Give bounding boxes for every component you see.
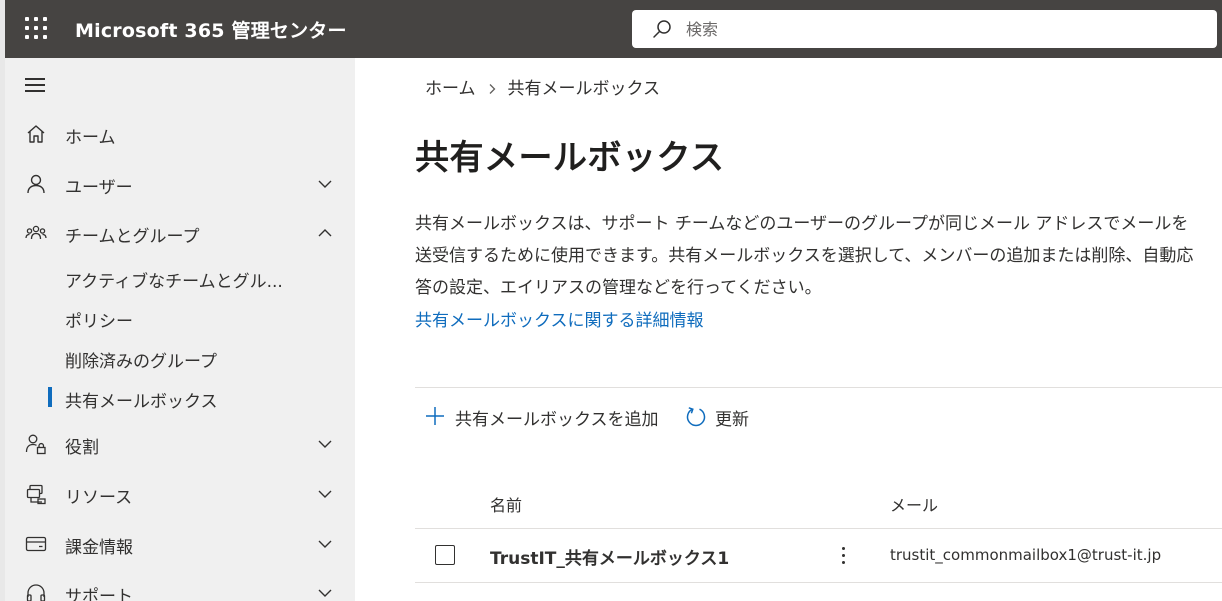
sidebar-nav: ホーム ユーザー チームとグループ アクティブなチームとグル... ポリシー 削… xyxy=(5,58,355,601)
divider xyxy=(415,387,1222,388)
refresh-icon xyxy=(686,407,706,427)
breadcrumb-current: 共有メールボックス xyxy=(507,79,661,99)
sidebar-subitem-label: ポリシー xyxy=(65,312,133,332)
sidebar-item-label: リソース xyxy=(65,488,133,508)
headset-icon xyxy=(26,584,46,601)
search-box[interactable] xyxy=(632,10,1217,48)
sidebar-subitem-label: 共有メールボックス xyxy=(65,392,218,412)
sidebar-item-support[interactable]: サポート xyxy=(5,572,355,601)
more-options-icon[interactable] xyxy=(833,543,853,569)
sidebar-item-users[interactable]: ユーザー xyxy=(5,163,355,203)
sidebar-subitem-label: アクティブなチームとグル... xyxy=(65,272,283,292)
app-title[interactable]: Microsoft 365 管理センター xyxy=(75,16,347,43)
top-bar: Microsoft 365 管理センター xyxy=(5,0,1222,58)
chevron-down-icon xyxy=(318,440,332,448)
roles-icon xyxy=(25,434,46,455)
sidebar-subitem-label: 削除済みのグループ xyxy=(65,352,217,372)
sidebar-item-label: チームとグループ xyxy=(65,227,200,247)
chevron-down-icon xyxy=(318,490,332,498)
sidebar-item-label: ホーム xyxy=(65,128,116,148)
sidebar-subitem-policies[interactable]: ポリシー xyxy=(5,299,355,335)
sidebar-item-roles[interactable]: 役割 xyxy=(5,423,355,463)
add-shared-mailbox-button[interactable]: 共有メールボックスを追加 xyxy=(425,402,670,432)
page-description: 共有メールボックスは、サポート チームなどのユーザーのグループが同じメール アド… xyxy=(415,214,1194,298)
sidebar-subitem-deleted-groups[interactable]: 削除済みのグループ xyxy=(5,339,355,375)
breadcrumb-home-link[interactable]: ホーム xyxy=(425,79,476,99)
chevron-up-icon xyxy=(318,229,332,237)
page-title: 共有メールボックス xyxy=(415,138,725,178)
sidebar-item-teams-groups[interactable]: チームとグループ xyxy=(5,212,355,252)
chevron-down-icon xyxy=(318,589,332,597)
sidebar-item-label: サポート xyxy=(65,587,133,601)
refresh-label: 更新 xyxy=(715,410,749,430)
billing-card-icon xyxy=(25,536,47,552)
sidebar-item-resources[interactable]: リソース xyxy=(5,473,355,513)
row-checkbox[interactable] xyxy=(435,545,455,565)
sidebar-item-label: 課金情報 xyxy=(65,538,133,558)
hamburger-menu-icon[interactable] xyxy=(25,76,47,94)
mailbox-email: trustit_commonmailbox1@trust-it.jp xyxy=(890,546,1162,564)
user-icon xyxy=(27,174,45,194)
sidebar-item-label: ユーザー xyxy=(65,178,133,198)
main-content: ホーム 共有メールボックス 共有メールボックス 共有メールボックスは、サポート チ… xyxy=(355,58,1222,601)
sidebar-subitem-active-teams[interactable]: アクティブなチームとグル... xyxy=(5,259,355,295)
add-icon xyxy=(426,407,444,425)
sidebar-item-label: 役割 xyxy=(65,438,99,458)
search-icon xyxy=(653,20,671,38)
app-launcher-icon[interactable] xyxy=(25,17,47,39)
mailbox-name[interactable]: TrustIT_共有メールボックス1 xyxy=(490,544,729,569)
resources-icon xyxy=(26,484,46,505)
table-row[interactable]: TrustIT_共有メールボックス1 trustit_commonmailbox… xyxy=(415,529,1222,583)
learn-more-link[interactable]: 共有メールボックスに関する詳細情報 xyxy=(415,306,704,331)
sidebar-item-home[interactable]: ホーム xyxy=(5,113,355,153)
teams-groups-icon xyxy=(25,225,47,240)
column-header-name[interactable]: 名前 xyxy=(490,492,522,516)
search-input[interactable] xyxy=(686,16,1186,42)
refresh-button[interactable]: 更新 xyxy=(685,402,755,432)
selected-indicator xyxy=(48,387,52,407)
chevron-down-icon xyxy=(318,540,332,548)
add-shared-mailbox-label: 共有メールボックスを追加 xyxy=(455,410,659,430)
home-icon xyxy=(27,125,45,143)
sidebar-item-billing[interactable]: 課金情報 xyxy=(5,523,355,563)
chevron-right-icon xyxy=(489,84,495,94)
sidebar-subitem-shared-mailboxes[interactable]: 共有メールボックス xyxy=(5,379,355,415)
column-header-email[interactable]: メール xyxy=(890,492,938,516)
chevron-down-icon xyxy=(318,180,332,188)
breadcrumb: ホーム 共有メールボックス xyxy=(425,74,660,99)
